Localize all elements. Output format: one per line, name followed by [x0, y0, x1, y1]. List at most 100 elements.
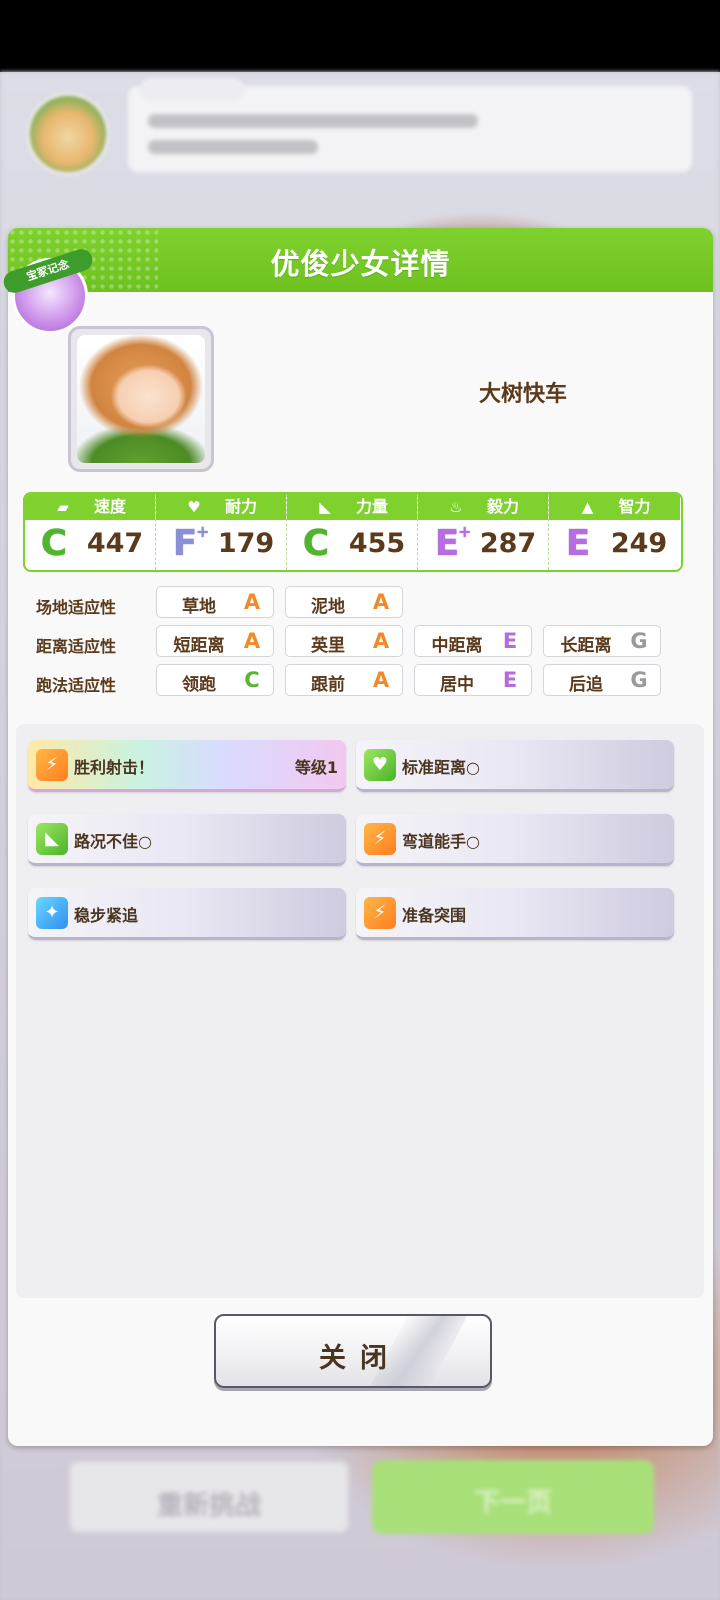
heart-icon: ♥ — [187, 498, 201, 516]
skill-name: 胜利射击！ — [74, 758, 155, 777]
muscle-icon: ◣ — [36, 823, 68, 855]
stat-header: ♥ 耐力 — [156, 494, 286, 520]
aptitude-long: 长距离 G — [543, 625, 661, 657]
stat-grade-plus: + — [458, 522, 472, 541]
stat-speed: ▰ 速度 C 447 — [25, 494, 156, 570]
stat-value: 455 — [348, 528, 406, 559]
stat-value: 447 — [86, 528, 144, 559]
skill-standard-distance[interactable]: ♥ 标准距离○ — [356, 740, 674, 792]
skill-name: 稳步紧追 — [74, 906, 139, 925]
retry-button-label: 重新挑战 — [156, 1491, 261, 1521]
character-name: 大树快车 — [478, 382, 567, 407]
aptitude-medium: 中距离 E — [414, 625, 532, 657]
stat-value: 287 — [479, 528, 537, 559]
bubble-text-line — [148, 114, 478, 128]
stat-label: 速度 — [93, 497, 126, 516]
skill-breakthrough-prep[interactable]: ⚡ 准备突围 — [356, 888, 674, 940]
graduation-cap-icon: ▲ — [581, 498, 594, 516]
stat-grade: C — [40, 523, 68, 564]
heart-icon: ♥ — [364, 749, 396, 781]
skill-name: 弯道能手○ — [402, 832, 480, 851]
aptitude-grade: E — [502, 668, 518, 692]
stat-value: 179 — [217, 528, 275, 559]
stat-label: 耐力 — [224, 497, 257, 516]
stat-power: ◣ 力量 C 455 — [287, 494, 418, 570]
flame-icon: ♨ — [449, 498, 463, 516]
stat-header: ◣ 力量 — [287, 494, 417, 520]
skill-corner-adept[interactable]: ⚡ 弯道能手○ — [356, 814, 674, 866]
skill-level: 等级1 — [294, 758, 338, 777]
stat-header: ▰ 速度 — [25, 494, 155, 520]
speaker-name-tag — [140, 78, 244, 100]
aptitude-grade: A — [372, 590, 390, 614]
aptitude-name: 领跑 — [182, 675, 216, 695]
aptitude-grade: G — [630, 668, 648, 692]
aptitude-dirt: 泥地 A — [285, 586, 403, 618]
race-badge: 宝冢记念 — [0, 246, 96, 338]
aptitude-name: 居中 — [440, 675, 474, 695]
skill-bad-track[interactable]: ◣ 路况不佳○ — [28, 814, 346, 866]
aptitude-name: 中距离 — [431, 636, 483, 656]
skill-name: 标准距离○ — [402, 758, 480, 777]
shoe-icon: ▰ — [57, 498, 69, 516]
stat-grade: E — [565, 523, 591, 564]
aptitude-late-surger: 居中 E — [414, 664, 532, 696]
skill-victory-shot[interactable]: ⚡ 胜利射击！ 等级1 — [28, 740, 346, 792]
stat-header: ▲ 智力 — [549, 494, 680, 520]
retry-button-background: 重新挑战 — [68, 1460, 350, 1534]
aptitude-name: 泥地 — [311, 597, 345, 617]
stat-value: 249 — [610, 528, 668, 559]
aptitude-sprint: 短距离 A — [156, 625, 274, 657]
muscle-icon: ◣ — [319, 498, 331, 516]
aptitude-front-runner: 领跑 C — [156, 664, 274, 696]
bubble-text-line — [148, 140, 318, 154]
aptitude-mile: 英里 A — [285, 625, 403, 657]
skill-name: 准备突围 — [402, 906, 467, 925]
aptitude-grade: A — [243, 590, 261, 614]
aptitude-grade: E — [502, 629, 518, 653]
next-button-background: 下一页 — [372, 1460, 654, 1534]
stats-panel: ▰ 速度 C 447 ♥ 耐力 F + 179 ◣ 力量 C 455 ♨ 毅力 E + … — [23, 492, 683, 572]
character-portrait-image — [77, 335, 205, 463]
dialog-header: 优俊少女详情 — [8, 228, 713, 292]
aptitude-turf: 草地 A — [156, 586, 274, 618]
character-portrait[interactable] — [68, 326, 214, 472]
speaker-avatar — [26, 92, 110, 176]
aptitude-name: 长距离 — [560, 636, 612, 656]
skill-name: 路况不佳○ — [74, 832, 152, 851]
dialog-title: 优俊少女详情 — [270, 247, 451, 281]
aptitude-pace-chaser: 跟前 A — [285, 664, 403, 696]
skills-panel: ⚡ 胜利射击！ 等级1 ♥ 标准距离○ ◣ 路况不佳○ ⚡ 弯道能手○ ✦ 稳步… — [16, 724, 704, 1298]
aptitude-name: 后追 — [569, 675, 603, 695]
aptitude-name: 短距离 — [173, 636, 225, 656]
aptitude-name: 英里 — [311, 636, 345, 656]
speed-runner-icon: ⚡ — [364, 823, 396, 855]
aptitude-name: 跟前 — [311, 675, 345, 695]
stat-label: 力量 — [355, 497, 388, 516]
stat-stamina: ♥ 耐力 F + 179 — [156, 494, 287, 570]
aptitude-grade: G — [630, 629, 648, 653]
stat-grade-plus: + — [196, 522, 210, 541]
aptitude-grade: A — [372, 629, 390, 653]
aptitude-grade: A — [243, 629, 261, 653]
skill-steady-chase[interactable]: ✦ 稳步紧追 — [28, 888, 346, 940]
stat-label: 毅力 — [486, 497, 519, 516]
stat-header: ♨ 毅力 — [418, 494, 548, 520]
aptitude-name: 草地 — [182, 597, 216, 617]
aptitude-end-closer: 后追 G — [543, 664, 661, 696]
stat-label: 智力 — [618, 497, 651, 516]
speed-runner-icon: ⚡ — [36, 749, 68, 781]
style-aptitude-label: 跑法适应性 — [36, 676, 117, 695]
close-button[interactable]: 关闭 — [214, 1314, 492, 1388]
next-button-label: 下一页 — [473, 1488, 552, 1518]
track-aptitude-label: 场地适应性 — [36, 598, 117, 617]
aptitude-grade: C — [244, 668, 260, 692]
stat-wisdom: ▲ 智力 E 249 — [549, 494, 680, 570]
speed-runner-icon: ⚡ — [364, 897, 396, 929]
aptitude-grade: A — [372, 668, 390, 692]
umamusume-detail-dialog: 优俊少女详情 大树快车 ▰ 速度 C 447 ♥ 耐力 F + 179 ◣ 力量 C … — [8, 228, 713, 1446]
distance-aptitude-label: 距离适应性 — [36, 637, 117, 656]
stat-guts: ♨ 毅力 E + 287 — [418, 494, 549, 570]
stat-grade: C — [302, 523, 330, 564]
close-button-label: 关闭 — [319, 1343, 401, 1374]
